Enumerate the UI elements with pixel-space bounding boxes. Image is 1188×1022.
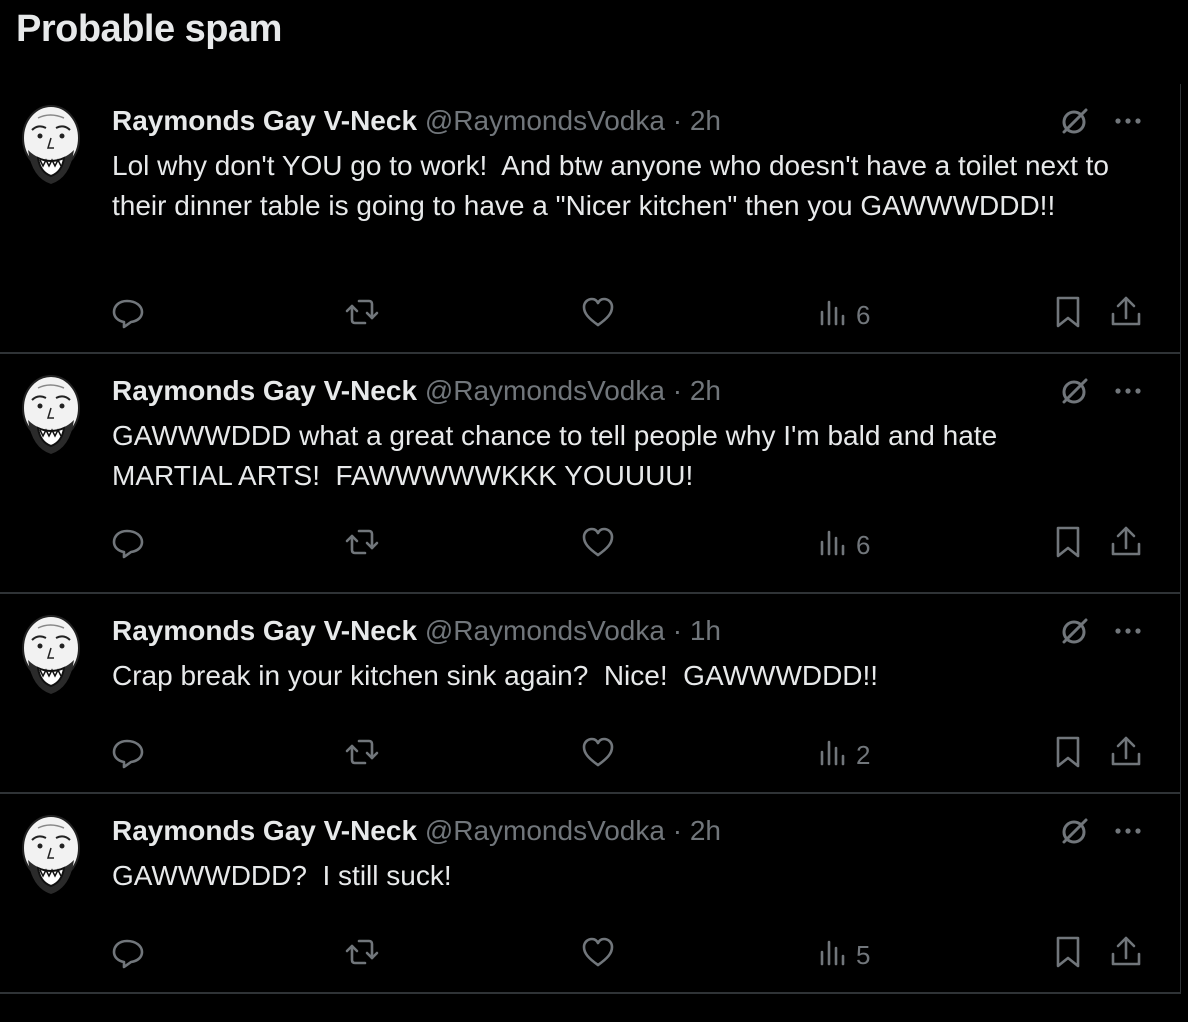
bookmark-button[interactable] xyxy=(1050,736,1086,773)
bookmark-icon xyxy=(1050,934,1086,977)
like-icon xyxy=(580,934,616,977)
retweet-button[interactable] xyxy=(344,737,380,773)
views-icon xyxy=(814,934,850,977)
author-name[interactable]: Raymonds Gay V-Neck xyxy=(112,615,417,646)
separator-dot: · xyxy=(672,815,683,846)
action-bar: 5 xyxy=(0,936,1180,977)
reply-icon xyxy=(110,734,146,777)
author-name[interactable]: Raymonds Gay V-Neck xyxy=(112,815,417,846)
more-icon[interactable] xyxy=(1110,616,1146,646)
views-icon xyxy=(814,294,850,337)
share-icon xyxy=(1108,734,1144,777)
retweet-icon xyxy=(344,734,380,777)
retweet-button[interactable] xyxy=(344,527,380,563)
share-button[interactable] xyxy=(1108,736,1144,773)
retweet-icon xyxy=(344,294,380,337)
views-button[interactable]: 5 xyxy=(814,937,870,973)
views-count: 6 xyxy=(856,529,871,560)
share-button[interactable] xyxy=(1108,936,1144,973)
author-name[interactable]: Raymonds Gay V-Neck xyxy=(112,105,417,136)
reply-button[interactable] xyxy=(110,297,146,333)
tweet-item[interactable]: Raymonds Gay V-Neck @RaymondsVodka · 2h … xyxy=(0,794,1180,994)
share-icon xyxy=(1108,524,1144,567)
share-icon xyxy=(1108,934,1144,977)
retweet-button[interactable] xyxy=(344,297,380,333)
author-handle[interactable]: @RaymondsVodka xyxy=(425,615,665,646)
grok-icon[interactable] xyxy=(1058,616,1090,648)
like-icon xyxy=(580,524,616,567)
tweet-text: Crap break in your kitchen sink again? N… xyxy=(112,660,879,691)
more-icon[interactable] xyxy=(1110,106,1146,136)
share-button[interactable] xyxy=(1108,526,1144,563)
tweet-text: GAWWWDDD what a great chance to tell peo… xyxy=(112,420,1005,491)
views-count: 5 xyxy=(856,939,871,970)
tweet-header: Raymonds Gay V-Neck @RaymondsVodka · 1h xyxy=(112,614,721,648)
timestamp[interactable]: 2h xyxy=(690,375,721,406)
share-icon xyxy=(1108,294,1144,337)
views-button[interactable]: 2 xyxy=(814,737,870,773)
tweet-text: GAWWWDDD? I still suck! xyxy=(112,860,452,891)
avatar[interactable] xyxy=(18,810,84,900)
timestamp[interactable]: 1h xyxy=(690,615,721,646)
reply-button[interactable] xyxy=(110,737,146,773)
views-count: 2 xyxy=(856,739,871,770)
retweet-icon xyxy=(344,524,380,567)
author-handle[interactable]: @RaymondsVodka xyxy=(425,375,665,406)
tweet-feed: Raymonds Gay V-Neck @RaymondsVodka · 2h … xyxy=(0,84,1181,994)
reply-icon xyxy=(110,294,146,337)
more-icon[interactable] xyxy=(1110,376,1146,406)
like-icon xyxy=(580,734,616,777)
views-icon xyxy=(814,734,850,777)
bookmark-button[interactable] xyxy=(1050,936,1086,973)
avatar[interactable] xyxy=(18,610,84,700)
views-count: 6 xyxy=(856,299,871,330)
grok-icon[interactable] xyxy=(1058,376,1090,408)
action-bar: 6 xyxy=(0,526,1180,567)
avatar[interactable] xyxy=(18,100,84,190)
tweet-item[interactable]: Raymonds Gay V-Neck @RaymondsVodka · 2h … xyxy=(0,354,1180,594)
section-title: Probable spam xyxy=(16,8,282,50)
timestamp[interactable]: 2h xyxy=(690,815,721,846)
like-icon xyxy=(580,294,616,337)
like-button[interactable] xyxy=(580,297,616,333)
separator-dot: · xyxy=(672,375,683,406)
tweet-text: Lol why don't YOU go to work! And btw an… xyxy=(112,150,1117,221)
tweet-header: Raymonds Gay V-Neck @RaymondsVodka · 2h xyxy=(112,814,721,848)
author-handle[interactable]: @RaymondsVodka xyxy=(425,105,665,136)
like-button[interactable] xyxy=(580,937,616,973)
retweet-icon xyxy=(344,934,380,977)
bookmark-button[interactable] xyxy=(1050,526,1086,563)
bookmark-icon xyxy=(1050,294,1086,337)
retweet-button[interactable] xyxy=(344,937,380,973)
author-handle[interactable]: @RaymondsVodka xyxy=(425,815,665,846)
views-icon xyxy=(814,524,850,567)
bookmark-button[interactable] xyxy=(1050,296,1086,333)
timestamp[interactable]: 2h xyxy=(690,105,721,136)
avatar[interactable] xyxy=(18,370,84,460)
bookmark-icon xyxy=(1050,734,1086,777)
grok-icon[interactable] xyxy=(1058,106,1090,138)
tweet-header: Raymonds Gay V-Neck @RaymondsVodka · 2h xyxy=(112,104,721,138)
action-bar: 2 xyxy=(0,736,1180,777)
separator-dot: · xyxy=(672,105,683,136)
like-button[interactable] xyxy=(580,737,616,773)
views-button[interactable]: 6 xyxy=(814,527,870,563)
action-bar: 6 xyxy=(0,296,1180,337)
grok-icon[interactable] xyxy=(1058,816,1090,848)
views-button[interactable]: 6 xyxy=(814,297,870,333)
tweet-header: Raymonds Gay V-Neck @RaymondsVodka · 2h xyxy=(112,374,721,408)
tweet-item[interactable]: Raymonds Gay V-Neck @RaymondsVodka · 2h … xyxy=(0,84,1180,354)
share-button[interactable] xyxy=(1108,296,1144,333)
reply-icon xyxy=(110,524,146,567)
bookmark-icon xyxy=(1050,524,1086,567)
separator-dot: · xyxy=(672,615,683,646)
like-button[interactable] xyxy=(580,527,616,563)
reply-button[interactable] xyxy=(110,527,146,563)
more-icon[interactable] xyxy=(1110,816,1146,846)
reply-button[interactable] xyxy=(110,937,146,973)
tweet-item[interactable]: Raymonds Gay V-Neck @RaymondsVodka · 1h … xyxy=(0,594,1180,794)
author-name[interactable]: Raymonds Gay V-Neck xyxy=(112,375,417,406)
reply-icon xyxy=(110,934,146,977)
